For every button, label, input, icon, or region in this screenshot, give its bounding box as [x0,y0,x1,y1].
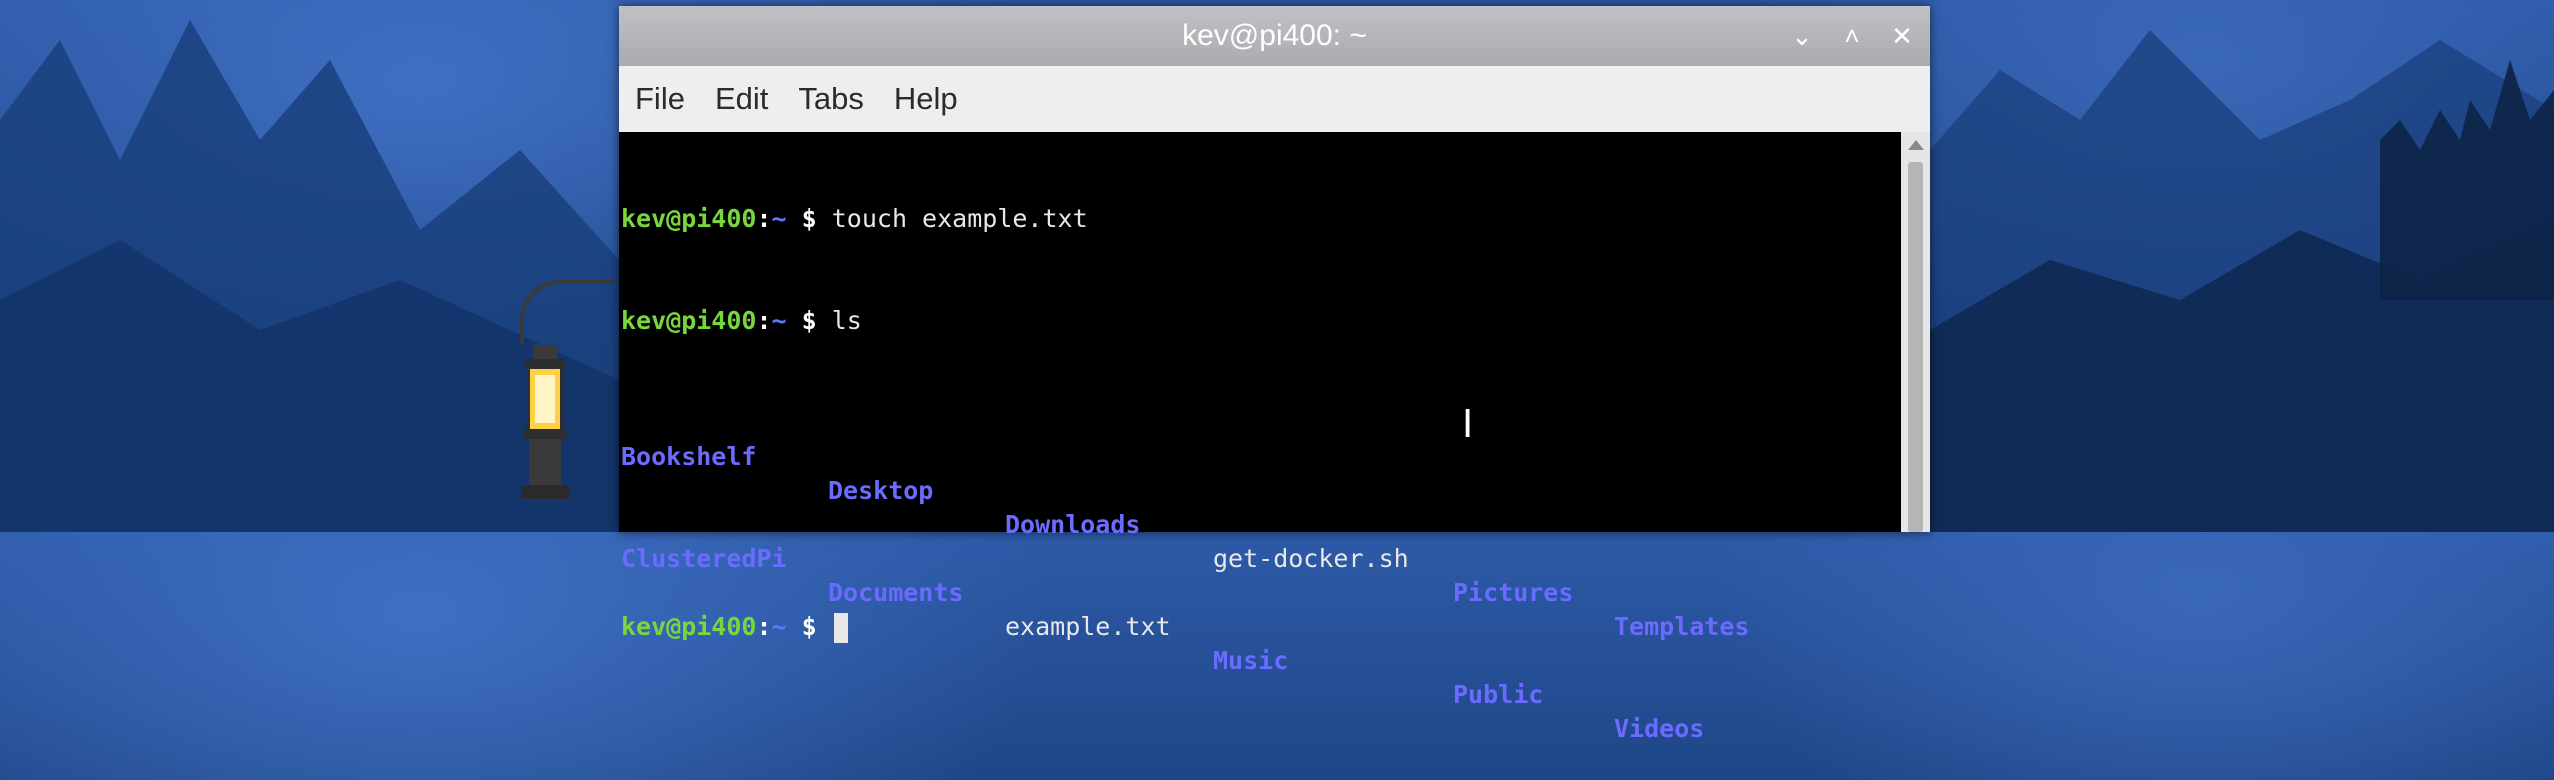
text-cursor [833,613,848,643]
menu-tabs[interactable]: Tabs [798,81,863,117]
prompt-path: ~ [771,204,787,233]
prompt-user: kev@pi400 [621,306,757,335]
command-text: ls [831,306,862,335]
menu-file[interactable]: File [635,81,685,117]
prompt-separator: : [756,306,772,335]
title-bar[interactable]: kev@pi400: ~ ⌄ ˄ ✕ [619,6,1930,66]
lantern-image [521,345,569,499]
ls-entry: Pictures [1453,578,1574,607]
chevron-down-icon: ⌄ [1791,20,1813,51]
minimize-button[interactable]: ⌄ [1784,18,1820,54]
terminal-window: kev@pi400: ~ ⌄ ˄ ✕ File Edit Tabs Help k… [619,6,1930,743]
prompt-path: ~ [771,306,787,335]
command-text: touch example.txt [831,204,1088,233]
close-icon: ✕ [1891,20,1913,51]
prompt-user: kev@pi400 [621,204,757,233]
terminal-output[interactable]: kev@pi400:~ $ touch example.txt kev@pi40… [621,132,1901,743]
ls-output-row-2: ClusteredPi Documents example.txt Music … [621,508,1901,743]
prompt-dollar: $ [786,306,832,335]
prompt-dollar: $ [786,612,832,641]
close-button[interactable]: ✕ [1884,18,1920,54]
ibeam-cursor-icon: I [1462,402,1474,446]
terminal-line: kev@pi400:~ $ [621,610,1901,644]
scrollbar-thumb[interactable] [1908,162,1923,532]
ls-entry: Music [1213,646,1289,675]
ls-entry: Videos [1614,714,1705,743]
ls-entry: Bookshelf [621,442,757,471]
prompt-dollar: $ [786,204,832,233]
ls-entry: Documents [828,578,964,607]
chevron-up-icon: ˄ [1844,20,1860,51]
ls-entry: ClusteredPi [621,544,787,573]
menu-bar: File Edit Tabs Help [619,66,1930,132]
menu-help[interactable]: Help [894,81,958,117]
ls-entry: get-docker.sh [1213,544,1409,573]
ls-output-row-1: Bookshelf Desktop Downloads get-docker.s… [621,406,1901,641]
scroll-up-arrow-icon[interactable] [1908,140,1924,150]
ls-entry: Desktop [828,476,934,505]
maximize-button[interactable]: ˄ [1834,18,1870,54]
lantern-handle [520,280,614,344]
terminal-line: kev@pi400:~ $ touch example.txt [621,202,1901,236]
menu-edit[interactable]: Edit [715,81,768,117]
scrollbar[interactable] [1901,132,1930,532]
prompt-separator: : [756,612,772,641]
window-title: kev@pi400: ~ [1182,19,1367,52]
prompt-user: kev@pi400 [621,612,757,641]
ls-entry: Public [1453,680,1544,709]
window-controls: ⌄ ˄ ✕ [1784,6,1920,66]
prompt-separator: : [756,204,772,233]
prompt-path: ~ [771,612,787,641]
terminal-line: kev@pi400:~ $ ls [621,304,1901,338]
